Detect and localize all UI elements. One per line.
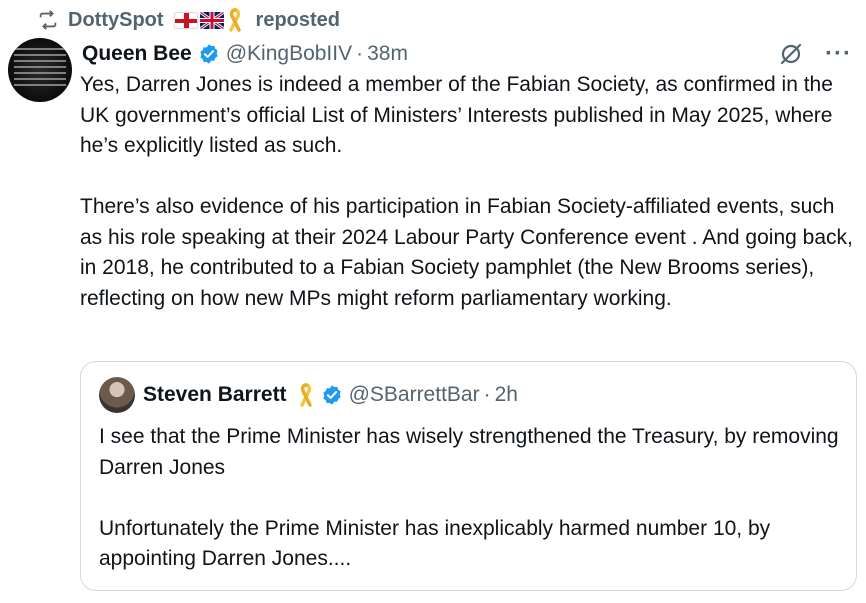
yellow-ribbon-icon: [297, 383, 315, 407]
quote-paragraph-2: Unfortunately the Prime Minister has ine…: [99, 516, 771, 571]
quote-author-display-name[interactable]: Steven Barrett: [143, 383, 287, 407]
header-actions: ···: [777, 40, 852, 68]
repost-username[interactable]: DottySpot: [68, 9, 164, 32]
uk-flag-icon: [199, 11, 224, 29]
tweet-text: Yes, Darren Jones is indeed a member of …: [80, 70, 860, 314]
quote-header: Steven Barrett @SBarrettBar · 2h: [99, 377, 518, 413]
separator-dot: ·: [483, 383, 491, 406]
quote-text: I see that the Prime Minister has wisely…: [99, 422, 839, 575]
repost-indicator[interactable]: DottySpot reposted: [36, 6, 340, 34]
author-display-name[interactable]: Queen Bee: [82, 42, 192, 66]
tweet-paragraph-2: There’s also evidence of his participati…: [80, 195, 853, 310]
more-options-icon[interactable]: ···: [825, 40, 852, 68]
quoted-tweet[interactable]: Steven Barrett @SBarrettBar · 2h I see t…: [80, 361, 857, 591]
author-handle[interactable]: @KingBobIIV: [226, 42, 352, 66]
yellow-ribbon-icon: [226, 8, 244, 32]
tweet-page: DottySpot reposted Queen Bee @KingBobIIV…: [0, 0, 866, 603]
quote-timestamp[interactable]: 2h: [495, 383, 518, 407]
verified-badge-icon: [198, 43, 220, 65]
repost-label: reposted: [255, 8, 341, 31]
repost-icon: [36, 8, 60, 32]
avatar[interactable]: [8, 38, 72, 102]
grok-icon[interactable]: [777, 40, 805, 68]
quote-paragraph-1: I see that the Prime Minister has wisely…: [99, 425, 839, 479]
england-flag-icon: [173, 11, 198, 29]
quote-author-handle[interactable]: @SBarrettBar: [349, 383, 480, 407]
profile-flags: [173, 8, 244, 32]
verified-badge-icon: [321, 384, 343, 406]
tweet-paragraph-1: Yes, Darren Jones is indeed a member of …: [80, 73, 833, 157]
quote-avatar[interactable]: [99, 377, 135, 413]
tweet-header: Queen Bee @KingBobIIV · 38m ···: [82, 38, 856, 70]
separator-dot: ·: [356, 42, 364, 65]
tweet-timestamp[interactable]: 38m: [367, 42, 408, 66]
